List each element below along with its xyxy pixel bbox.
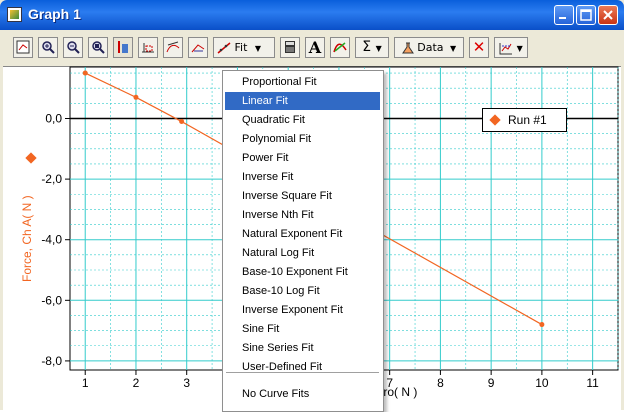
y-axis-label[interactable]: Force, Ch A( N ) [20,195,34,282]
legend[interactable]: Run #1 [482,108,567,132]
data-point [179,119,185,125]
data-point [539,322,545,328]
y-tick-label: -6,0 [41,293,62,307]
menu-item-power-fit[interactable]: Power Fit [225,149,380,167]
menu-item-proportional-fit[interactable]: Proportional Fit [225,73,380,91]
menu-item-base-10-exponent-fit[interactable]: Base-10 Exponent Fit [225,263,380,281]
menu-item-inverse-exponent-fit[interactable]: Inverse Exponent Fit [225,301,380,319]
menu-item-inverse-square-fit[interactable]: Inverse Square Fit [225,187,380,205]
menu-item-quadratic-fit[interactable]: Quadratic Fit [225,111,380,129]
x-tick-label: 9 [488,376,495,390]
x-tick-label: 10 [535,376,549,390]
data-point [133,94,139,100]
y-tick-label: -8,0 [41,354,62,368]
menu-item-no-curve-fits[interactable]: No Curve Fits [225,385,380,403]
menu-item-inverse-nth-fit[interactable]: Inverse Nth Fit [225,206,380,224]
y-tick-label: -2,0 [41,172,62,186]
x-tick-label: 11 [586,376,599,390]
x-tick-label: 2 [133,376,140,390]
y-tick-label: -4,0 [41,233,62,247]
legend-series-name: Run #1 [508,113,547,127]
menu-item-natural-exponent-fit[interactable]: Natural Exponent Fit [225,225,380,243]
menu-item-base-10-log-fit[interactable]: Base-10 Log Fit [225,282,380,300]
x-tick-label: 8 [437,376,444,390]
x-tick-label: 1 [82,376,89,390]
x-axis-label[interactable]: tro( N ) [380,385,417,399]
menu-item-linear-fit[interactable]: Linear Fit [225,92,380,110]
data-point [82,70,88,76]
menu-item-polynomial-fit[interactable]: Polynomial Fit [225,130,380,148]
x-tick-label: 3 [183,376,190,390]
menu-item-inverse-fit[interactable]: Inverse Fit [225,168,380,186]
menu-item-natural-log-fit[interactable]: Natural Log Fit [225,244,380,262]
menu-item-sine-series-fit[interactable]: Sine Series Fit [225,339,380,357]
curve-fit-menu: Proportional Fit Linear Fit Quadratic Fit P… [222,70,384,412]
graph-window: Graph 1 Fit ▼ A Σ ▼ Data ▼ ✕ ▼ 1 2 3 7 8… [0,0,624,412]
legend-marker [489,114,501,126]
y-tick-label: 0,0 [45,112,62,126]
menu-item-user-defined-fit[interactable]: User-Defined Fit [225,358,380,376]
menu-item-sine-fit[interactable]: Sine Fit [225,320,380,338]
